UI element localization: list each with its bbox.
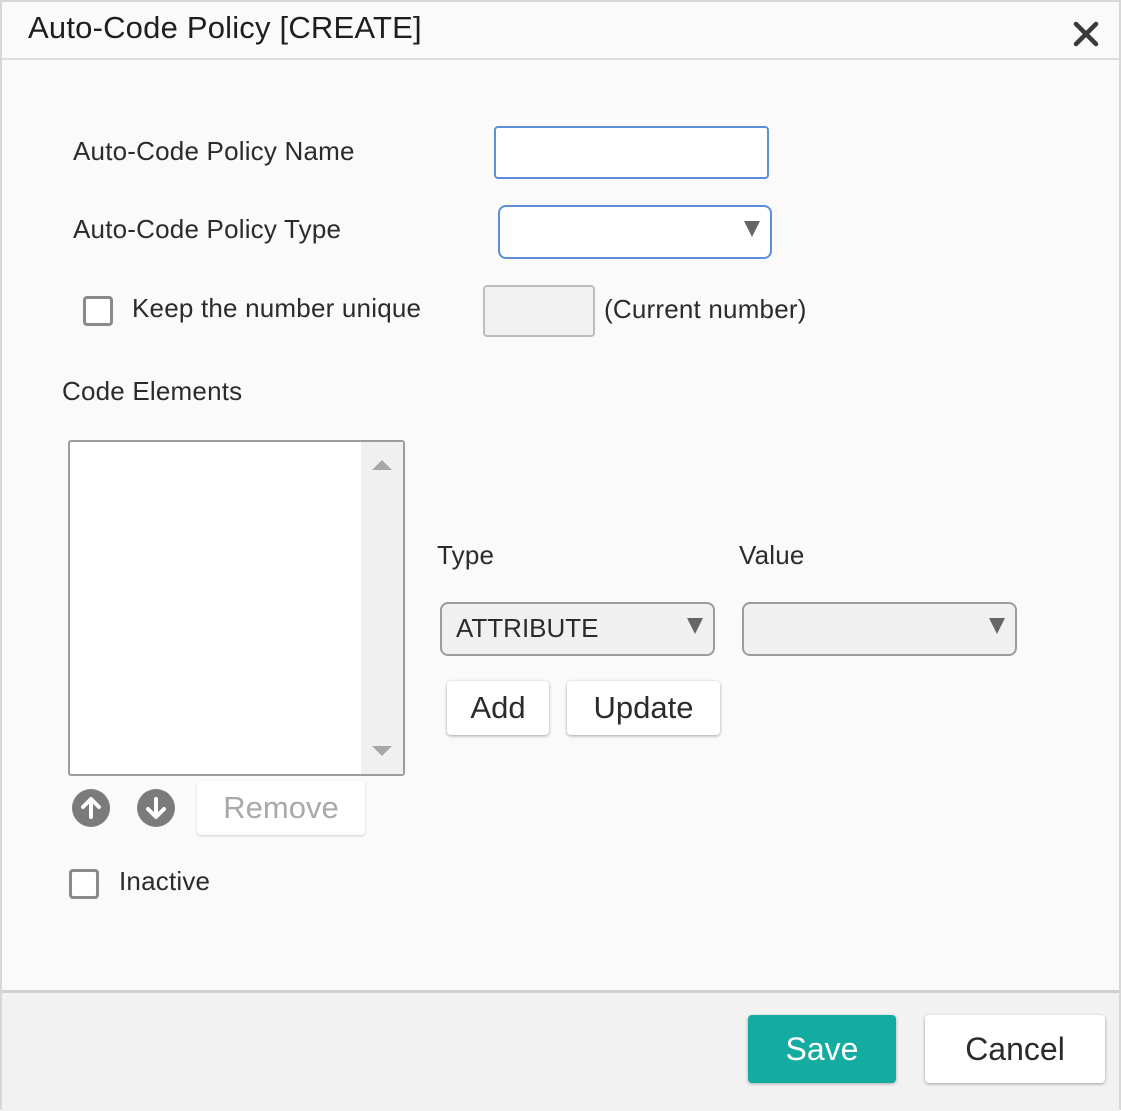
keep-unique-label: Keep the number unique: [132, 293, 422, 323]
value-select[interactable]: [742, 602, 1017, 656]
auto-code-policy-dialog: Auto-Code Policy [CREATE] Auto-Code Poli…: [0, 0, 1121, 1111]
arrow-up-circle-icon[interactable]: [72, 789, 110, 827]
policy-name-label: Auto-Code Policy Name: [73, 136, 355, 166]
current-number-label: (Current number): [604, 294, 807, 324]
policy-name-input[interactable]: [494, 126, 769, 179]
policy-type-select[interactable]: [498, 205, 772, 259]
update-button[interactable]: Update: [567, 681, 720, 735]
value-label: Value: [739, 540, 805, 570]
add-button[interactable]: Add: [447, 681, 549, 735]
chevron-down-icon: [687, 618, 703, 634]
scroll-up-icon[interactable]: [372, 460, 392, 470]
inactive-checkbox[interactable]: [69, 869, 99, 899]
dialog-title: Auto-Code Policy [CREATE]: [28, 10, 422, 45]
cancel-button[interactable]: Cancel: [925, 1015, 1105, 1083]
type-label: Type: [437, 540, 495, 570]
remove-button[interactable]: Remove: [197, 781, 365, 835]
save-button[interactable]: Save: [748, 1015, 896, 1083]
code-elements-label: Code Elements: [62, 376, 243, 406]
type-selected-value: ATTRIBUTE: [456, 613, 599, 643]
policy-type-label: Auto-Code Policy Type: [73, 214, 342, 244]
chevron-down-icon: [744, 221, 760, 237]
chevron-down-icon: [989, 618, 1005, 634]
type-select[interactable]: ATTRIBUTE: [440, 602, 715, 656]
inactive-label: Inactive: [119, 866, 211, 896]
current-number-field: [483, 285, 595, 337]
keep-unique-checkbox[interactable]: [83, 296, 113, 326]
list-scrollbar[interactable]: [361, 442, 403, 774]
code-elements-list[interactable]: [68, 440, 405, 776]
close-icon[interactable]: [1070, 18, 1102, 50]
dialog-header: Auto-Code Policy [CREATE]: [2, 2, 1119, 60]
arrow-down-circle-icon[interactable]: [137, 789, 175, 827]
scroll-down-icon[interactable]: [372, 746, 392, 756]
